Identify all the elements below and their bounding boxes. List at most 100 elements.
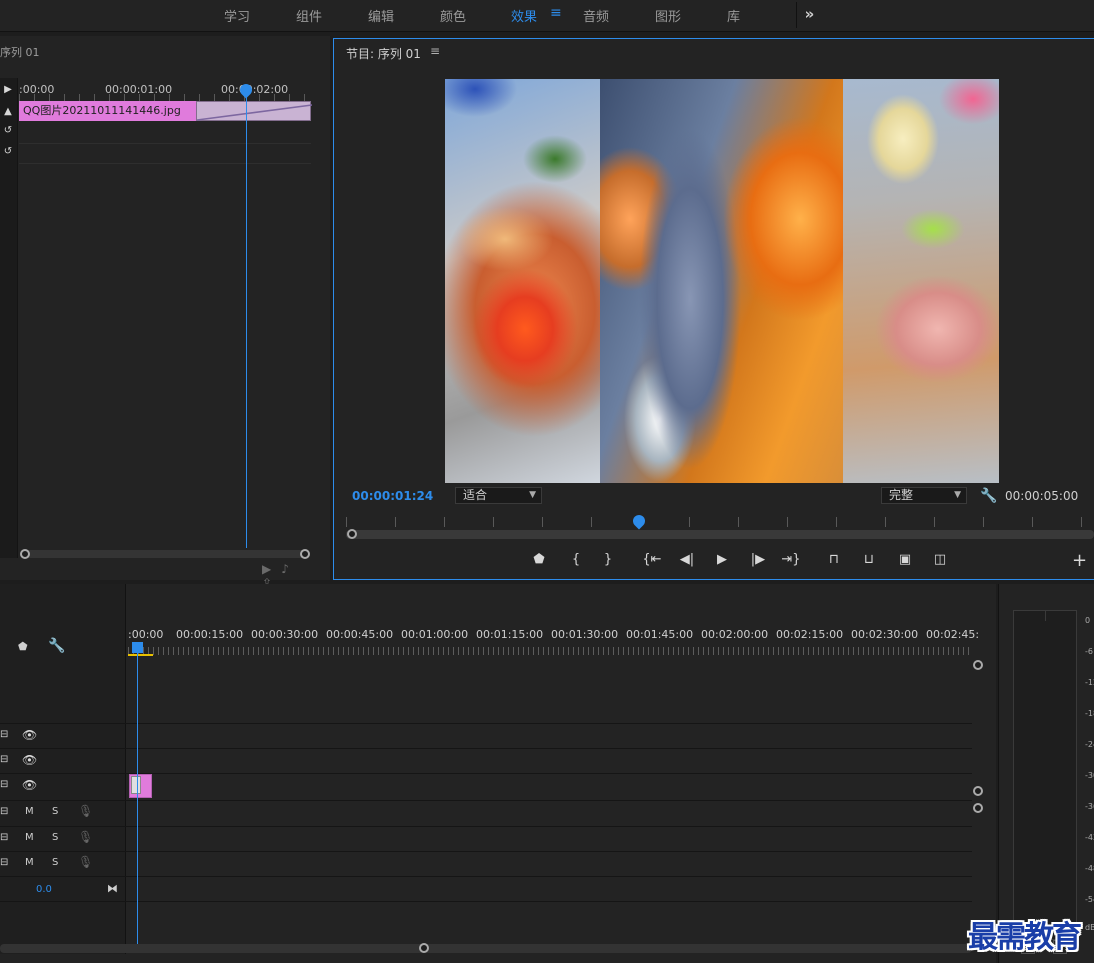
eye-icon[interactable]: 👁 bbox=[22, 778, 37, 792]
audio-track-3[interactable]: ⊟ M S 🎙 bbox=[0, 851, 972, 876]
expand-right-icon[interactable]: ▶ bbox=[1, 83, 15, 97]
sync-lock-icon[interactable]: ⊟ bbox=[0, 806, 10, 818]
export-frame-camera-icon[interactable]: ▣ bbox=[894, 551, 916, 569]
tab-graphics[interactable]: 图形 bbox=[655, 6, 681, 25]
source-clip-keyframe-area[interactable] bbox=[196, 101, 312, 121]
solo-button[interactable]: S bbox=[52, 832, 58, 843]
mark-out-icon[interactable]: } bbox=[597, 551, 619, 569]
food-photo-left bbox=[445, 79, 600, 483]
add-marker-icon[interactable]: ⬟ bbox=[528, 551, 550, 569]
db-label: 0 bbox=[1085, 616, 1091, 625]
program-scrub-bar[interactable] bbox=[346, 529, 1094, 539]
more-workspaces-icon[interactable]: » bbox=[796, 2, 822, 28]
scroll-handle[interactable] bbox=[973, 660, 983, 670]
timeline-horizontal-scrollbar[interactable] bbox=[0, 943, 972, 953]
audio-track-2[interactable]: ⊟ M S 🎙 bbox=[0, 826, 972, 851]
track-header: ⊟ M S 🎙 bbox=[0, 852, 126, 876]
sync-lock-icon[interactable]: ⊟ bbox=[0, 832, 10, 844]
button-editor-plus-icon[interactable]: + bbox=[1072, 550, 1087, 571]
program-monitor: 节目: 序列 01 ≡ 00:00:01:24 适合 ▼ 完整 ▼ 🔧 00:0… bbox=[333, 38, 1094, 580]
ruler-label: 00:01:30:00 bbox=[551, 628, 619, 641]
program-video-frame[interactable] bbox=[445, 79, 999, 483]
source-horizontal-scrollbar[interactable] bbox=[20, 549, 310, 559]
work-area-bar[interactable] bbox=[128, 654, 153, 656]
zoom-level-select[interactable]: 适合 ▼ bbox=[455, 487, 542, 504]
mute-button[interactable]: M bbox=[25, 806, 34, 817]
scroll-handle[interactable] bbox=[20, 549, 30, 559]
solo-button[interactable]: S bbox=[52, 857, 58, 868]
track-height-toggle-icon[interactable]: ⧓ bbox=[107, 882, 118, 895]
sync-lock-icon[interactable]: ⊟ bbox=[0, 857, 10, 869]
audio-track-1[interactable]: ⊟ M S 🎙 bbox=[0, 800, 972, 825]
timeline-settings-wrench-icon[interactable]: 🔧 bbox=[48, 638, 65, 654]
mark-in-icon[interactable]: { bbox=[565, 551, 587, 569]
tab-editing[interactable]: 编辑 bbox=[368, 6, 394, 25]
db-label: -42 bbox=[1085, 833, 1094, 842]
video-track-3[interactable]: ⊟ 👁 bbox=[0, 723, 972, 748]
ruler-label: 00:01:45:00 bbox=[626, 628, 694, 641]
tab-effects[interactable]: 效果 bbox=[511, 6, 537, 25]
tab-color[interactable]: 颜色 bbox=[440, 6, 466, 25]
step-back-icon[interactable]: ◀| bbox=[676, 551, 698, 569]
microphone-icon[interactable]: 🎙 bbox=[78, 804, 93, 818]
zoom-handle[interactable] bbox=[347, 529, 357, 539]
go-to-out-icon[interactable]: ⇥} bbox=[780, 551, 802, 569]
workspace-menu-icon[interactable]: ≡ bbox=[550, 5, 562, 21]
ruler-label: 00:00:15:00 bbox=[176, 628, 244, 641]
master-volume-value[interactable]: 0.0 bbox=[36, 884, 52, 895]
source-clip[interactable]: QQ图片20211011141446.jpg bbox=[19, 101, 196, 121]
program-ruler[interactable] bbox=[346, 517, 1094, 527]
timeline-playhead-line bbox=[137, 648, 138, 944]
panel-menu-icon[interactable]: ≡ bbox=[430, 44, 440, 58]
scroll-handle[interactable] bbox=[973, 803, 983, 813]
source-panel-title: 序列 01 bbox=[0, 46, 40, 59]
db-label: -18 bbox=[1085, 709, 1094, 718]
chevron-down-icon: ▼ bbox=[954, 490, 961, 500]
timeline-playhead[interactable] bbox=[132, 642, 143, 653]
step-forward-icon[interactable]: |▶ bbox=[747, 551, 769, 569]
tab-audio[interactable]: 音频 bbox=[583, 6, 609, 25]
eye-icon[interactable]: 👁 bbox=[22, 728, 37, 742]
scroll-handle[interactable] bbox=[300, 549, 310, 559]
microphone-icon[interactable]: 🎙 bbox=[78, 830, 93, 844]
settings-wrench-icon[interactable]: 🔧 bbox=[980, 488, 997, 504]
collapse-up-icon[interactable]: ▲ bbox=[1, 105, 15, 119]
timeline-ruler-ticks bbox=[128, 647, 972, 655]
track-divider bbox=[0, 901, 972, 926]
playback-resolution-select[interactable]: 完整 ▼ bbox=[881, 487, 967, 504]
sync-lock-icon[interactable]: ⊟ bbox=[0, 779, 10, 791]
playhead-timecode[interactable]: 00:00:01:24 bbox=[352, 489, 433, 503]
sequence-duration: 00:00:05:00 bbox=[1005, 489, 1079, 503]
eye-icon[interactable]: 👁 bbox=[22, 753, 37, 767]
ruler-label: 00:01:15:00 bbox=[476, 628, 544, 641]
db-label: -36 bbox=[1085, 802, 1094, 811]
sync-lock-icon[interactable]: ⊟ bbox=[0, 729, 10, 741]
extract-icon[interactable]: ⊔ bbox=[858, 551, 880, 569]
mute-button[interactable]: M bbox=[25, 832, 34, 843]
audio-meters-panel: 0 -6 -12 -18 -24 -30 -36 -42 -48 -54 dB … bbox=[998, 584, 1094, 963]
add-marker-icon[interactable]: ⬟ bbox=[18, 640, 28, 653]
lift-icon[interactable]: ⊓ bbox=[823, 551, 845, 569]
tab-assembly[interactable]: 组件 bbox=[296, 6, 322, 25]
loop-icon[interactable]: ↺ bbox=[1, 145, 15, 159]
zoom-level-value: 适合 bbox=[463, 488, 488, 502]
play-icon[interactable]: ▶ bbox=[711, 551, 733, 569]
tab-learn[interactable]: 学习 bbox=[224, 6, 250, 25]
microphone-icon[interactable]: 🎙 bbox=[78, 855, 93, 869]
master-track[interactable] bbox=[0, 876, 972, 901]
audio-meter bbox=[1013, 610, 1077, 940]
db-label: -6 bbox=[1085, 647, 1093, 656]
mute-button[interactable]: M bbox=[25, 857, 34, 868]
comparison-view-icon[interactable]: ◫ bbox=[929, 551, 951, 569]
db-label: -54 bbox=[1085, 895, 1094, 904]
video-track-2[interactable]: ⊟ 👁 bbox=[0, 748, 972, 773]
loop-icon[interactable]: ↺ bbox=[1, 124, 15, 138]
scroll-handle[interactable] bbox=[419, 943, 429, 953]
timeline-vertical-scrollbar[interactable] bbox=[973, 660, 983, 954]
scroll-handle[interactable] bbox=[973, 786, 983, 796]
tab-libraries[interactable]: 库 bbox=[727, 6, 740, 25]
go-to-in-icon[interactable]: {⇤ bbox=[641, 551, 663, 569]
track-divider bbox=[19, 163, 311, 164]
sync-lock-icon[interactable]: ⊟ bbox=[0, 754, 10, 766]
solo-button[interactable]: S bbox=[52, 806, 58, 817]
